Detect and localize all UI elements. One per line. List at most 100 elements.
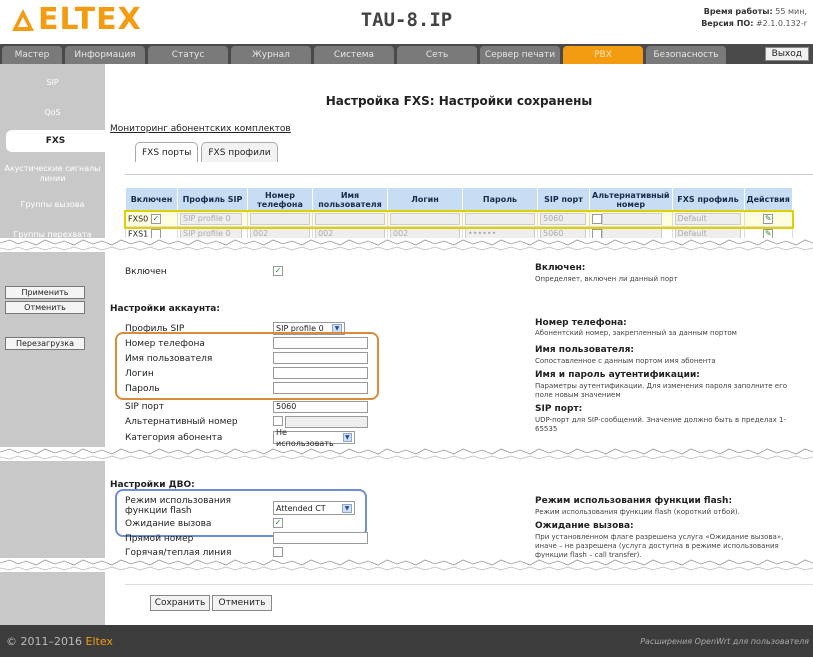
ports-table-wrap: Включен Профиль SIP Номер телефона Имя п… [123,174,813,242]
help-flash-title: Режим использования функции flash: [535,496,733,506]
cell-actions: ✎ [743,211,793,227]
nav-tab-pbx[interactable]: PBX [563,46,643,64]
help-auth-text: Параметры аутентификации. Для изменения … [535,382,788,399]
help-cw-title: Ожидание вызова: [535,521,634,531]
nav-tab-print-server[interactable]: Сервер печати [480,46,560,64]
tab-fxs-profiles[interactable]: FXS профили [201,142,278,162]
sip-profile-select[interactable]: SIP profile 0 [180,213,242,225]
uptime-value: 55 мин, [775,7,807,16]
nav-tab-log[interactable]: Журнал [231,46,311,64]
password-label: Пароль [125,384,160,394]
login-field[interactable] [273,367,368,379]
help-phone-text: Абонентский номер, закрепленный за данны… [535,329,737,337]
header: ELTEX TAU-8.IP Время работы: 55 мин, Вер… [0,0,813,40]
reboot-button[interactable]: Перезагрузка [5,337,85,350]
eltex-link[interactable]: Eltex [86,635,113,648]
alt-input[interactable] [602,213,662,225]
subtabs: FXS порты FXS профили [135,142,278,162]
copyright: © 2011–2016 Eltex [6,635,113,648]
nav-tab-info[interactable]: Информация [65,46,145,64]
alt-number-checkbox[interactable] [273,416,283,426]
nav-tab-system[interactable]: Система [314,46,394,64]
category-select[interactable]: Не использовать ▼ [273,428,355,448]
sip-port-input[interactable]: 5060 [540,213,586,225]
table-row[interactable]: FXS0 ✓ SIP profile 0 5060 Default ✎ [123,209,795,229]
call-waiting-label: Ожидание вызова [125,519,212,529]
tab-fxs-ports[interactable]: FXS порты [135,142,199,162]
cell-port: FXS0 ✓ [125,211,178,227]
copyright-text: © 2011–2016 [6,635,82,648]
openwrt-extensions: Расширения OpenWrt для пользователя [640,637,809,646]
help-flash-text: Режим использования функции flash (корот… [535,508,740,516]
sidebar-item-acoustic[interactable]: Акустические сигналы линии [0,164,105,184]
phone-field[interactable] [273,337,368,349]
th-sip-profile: Профиль SIP [177,187,248,212]
version-label: Версия ПО: [701,19,754,28]
exit-button[interactable]: Выход [764,47,809,61]
user-field[interactable] [273,352,368,364]
th-actions: Действия [743,187,793,212]
sip-port-label: SIP порт [125,402,165,412]
help-user-title: Имя пользователя: [535,345,634,355]
alt-checkbox[interactable] [592,214,602,224]
hotline-checkbox[interactable] [273,547,283,557]
password-field[interactable] [273,382,368,394]
save-button[interactable]: Сохранить [150,595,210,611]
monitor-link[interactable]: Мониторинг абонентских комплектов [110,124,291,134]
enabled-label: Включен [125,267,167,277]
help-auth-title: Имя и пароль аутентификации: [535,370,700,380]
user-input[interactable] [315,213,385,225]
nav-tab-status[interactable]: Статус [148,46,228,64]
top-nav: Мастер Информация Статус Журнал Система … [0,44,813,64]
login-input[interactable] [390,213,460,225]
cell-password [462,211,538,227]
enabled-checkbox-main[interactable]: ✓ [273,266,283,276]
direct-number-field[interactable] [273,532,368,544]
cell-phone [247,211,313,227]
cell-user [312,211,388,227]
device-title: TAU-8.IP [360,9,453,31]
nav-tab-network[interactable]: Сеть [397,46,477,64]
phone-input[interactable] [250,213,310,225]
password-input[interactable] [465,213,535,225]
fxs-profile-select[interactable]: Default [674,213,741,225]
flash-mode-select[interactable]: Attended CT ▼ [273,501,355,515]
sidebar-item-sip[interactable]: SIP [0,78,105,88]
help-phone-title: Номер телефона: [535,318,627,328]
enabled-checkbox[interactable]: ✓ [150,214,161,224]
apply-button[interactable]: Применить [5,286,85,299]
nav-tab-security[interactable]: Безопасность [646,46,726,64]
uptime-info: Время работы: 55 мин, Версия ПО: #2.1.0.… [701,6,807,30]
user-label: Имя пользователя [125,354,213,364]
version-value: #2.1.0.132-r [755,19,807,28]
cell-login [387,211,463,227]
account-title: Настройки аккаунта: [110,304,220,314]
call-waiting-checkbox[interactable]: ✓ [273,518,283,528]
sip-port-field[interactable]: 5060 [273,401,368,413]
page-title: Настройка FXS: Настройки сохранены [325,94,593,108]
cell-alt [589,211,673,227]
sidebar-item-call-groups[interactable]: Группы вызова [0,200,105,210]
chevron-down-icon: ▼ [342,503,352,513]
sidebar-item-fxs[interactable]: FXS [6,130,105,152]
help-sipport-title: SIP порт: [535,404,583,414]
sidebar-item-qos[interactable]: QoS [0,108,105,118]
ports-table: Включен Профиль SIP Номер телефона Имя п… [123,187,795,242]
divider [125,584,813,585]
chevron-down-icon: ▼ [342,433,352,442]
cell-sip-profile: SIP profile 0 [177,211,248,227]
nav-tab-wizard[interactable]: Мастер [2,46,62,64]
cell-sip-port: 5060 [537,211,590,227]
th-alt-number: Альтернативный номер [589,187,673,212]
hotline-label: Горячая/теплая линия [125,548,232,558]
flash-mode-label: Режим использования функции flash [125,496,232,516]
edit-icon[interactable]: ✎ [763,214,774,224]
direct-number-label: Прямой номер [125,534,194,544]
torn-edge [0,447,813,461]
sidebar-cancel-button[interactable]: Отменить [5,301,85,314]
help-sipport-text: UDP-порт для SIP-сообщений. Значение дол… [535,416,786,433]
help-enabled-text: Определяет, включен ли данный порт [535,275,678,283]
port-label: FXS0 [128,214,149,224]
table-header: Включен Профиль SIP Номер телефона Имя п… [125,187,793,212]
cancel-button[interactable]: Отменить [212,595,272,611]
